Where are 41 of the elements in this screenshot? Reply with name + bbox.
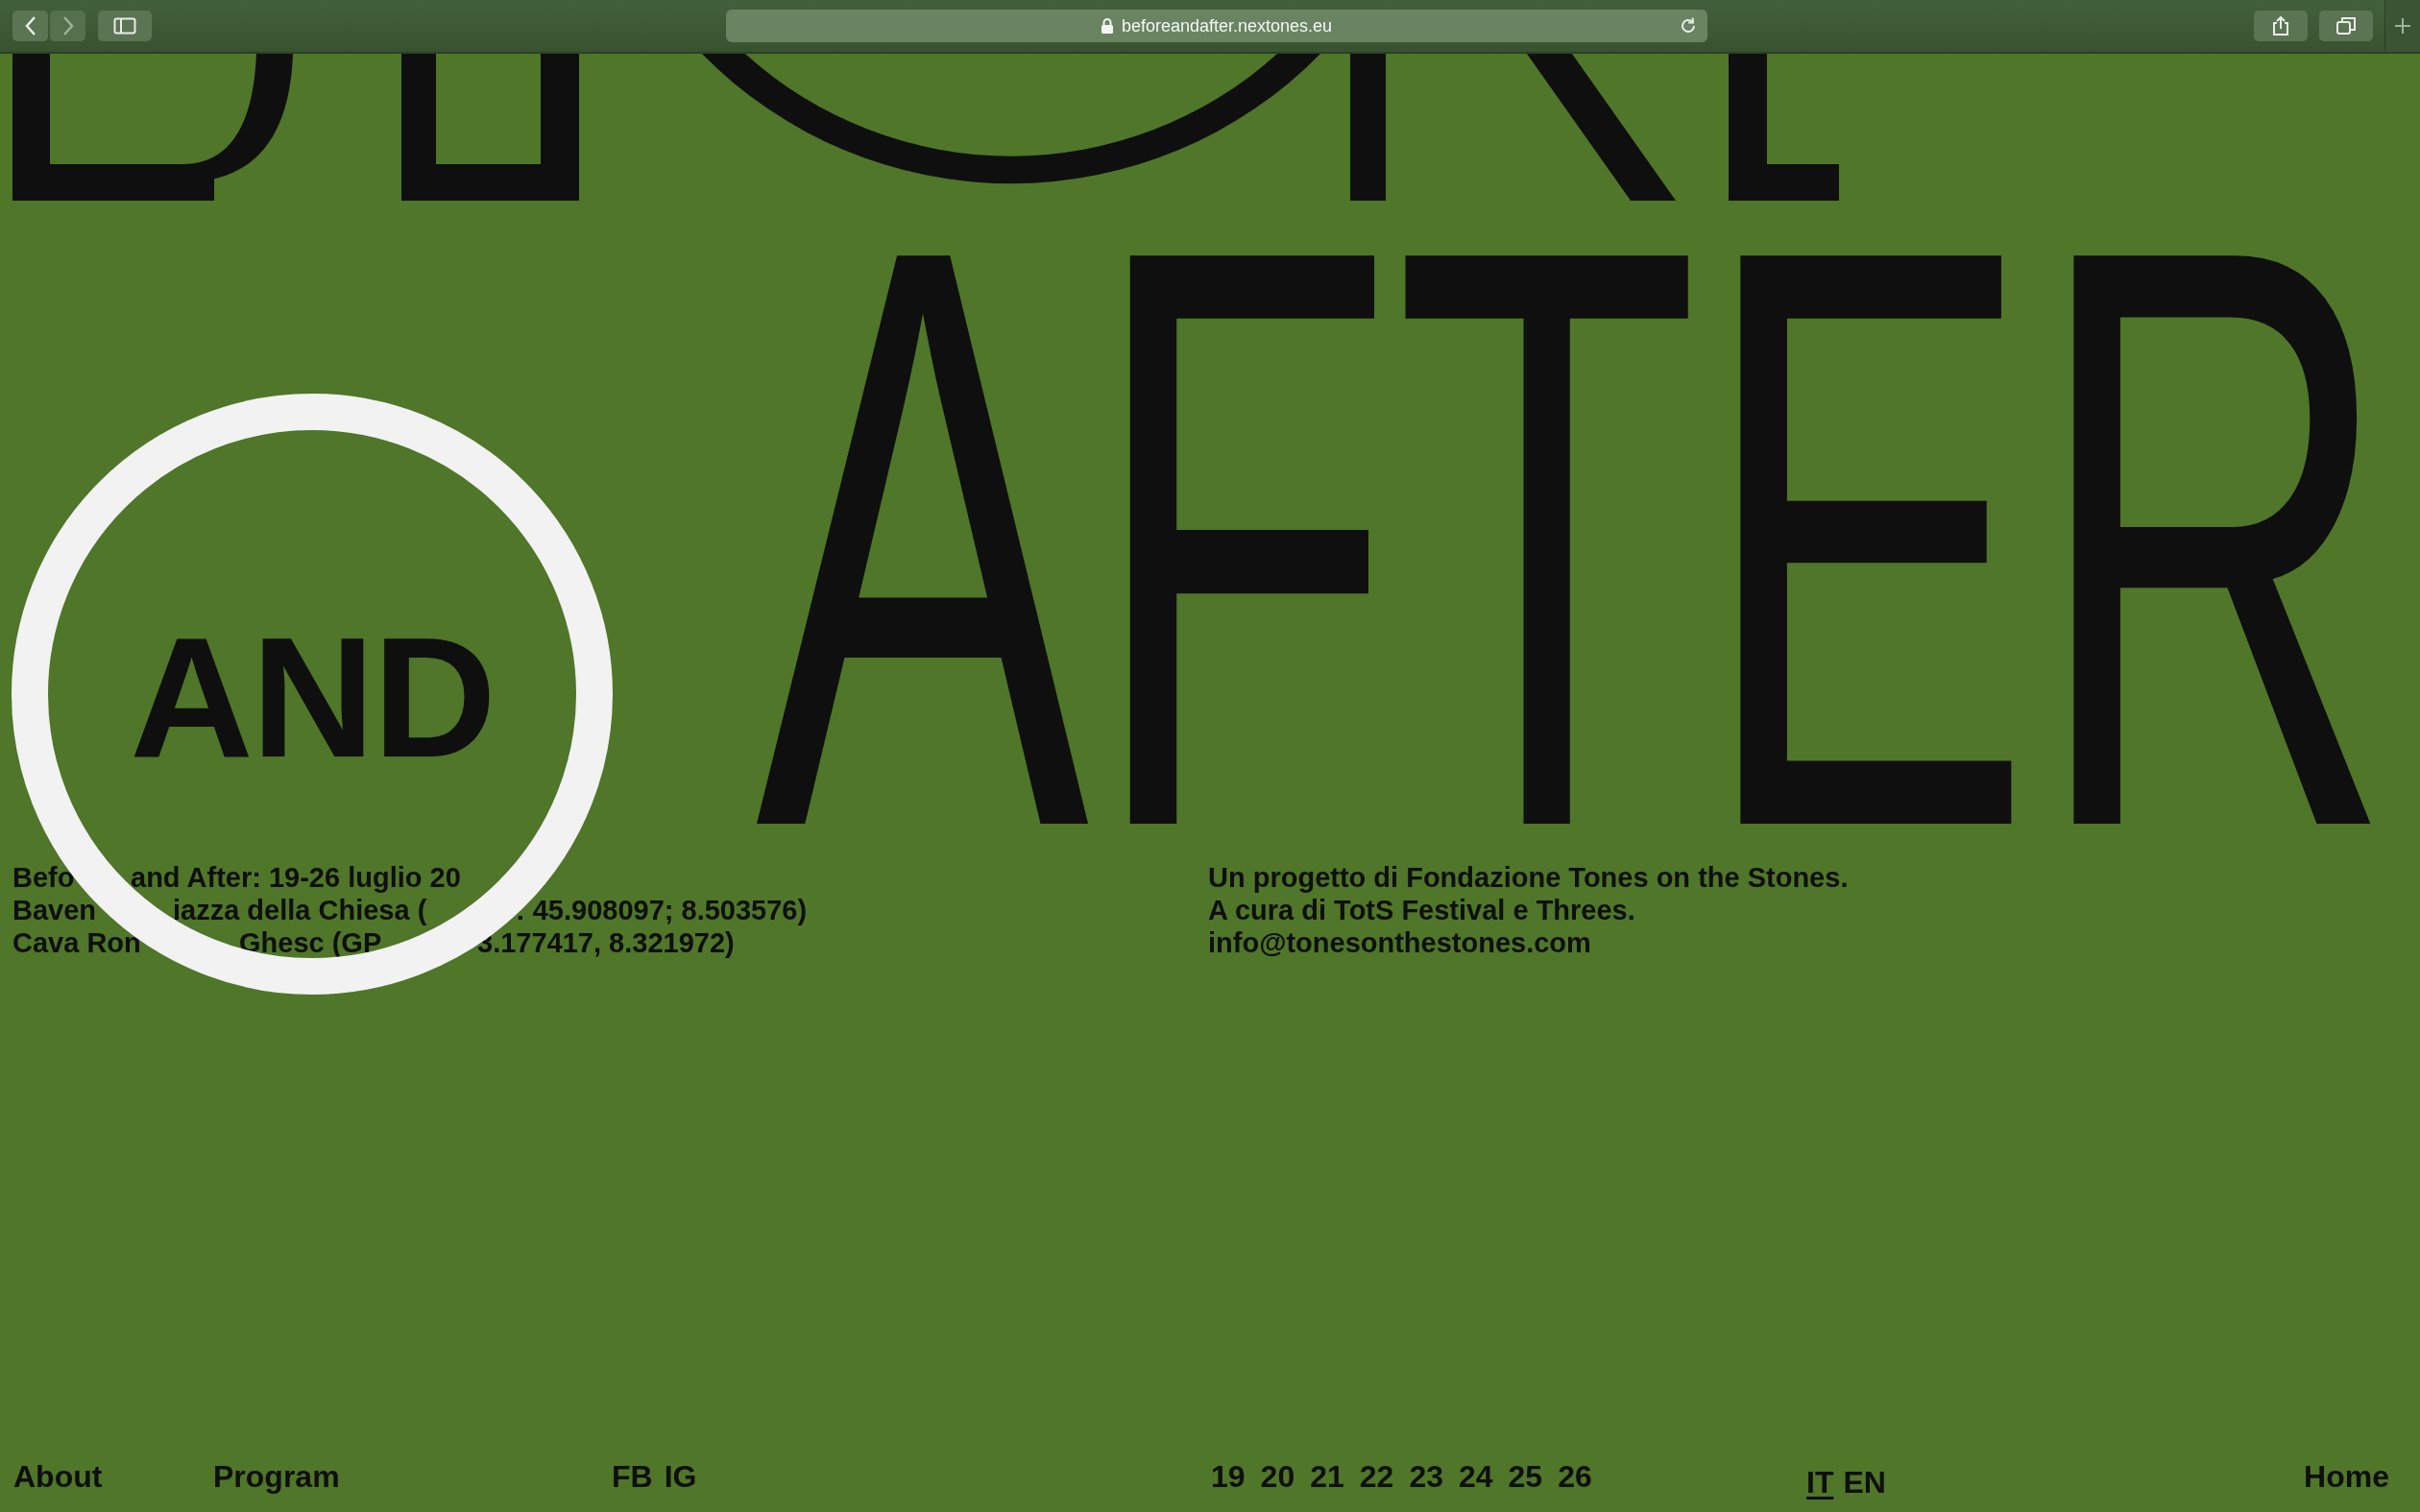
info-text: Cava Ron: [12, 926, 141, 959]
chevron-right-icon: [60, 15, 75, 36]
plus-icon: [2394, 17, 2411, 35]
info-text: Befo: [12, 861, 75, 894]
info-text: iazza della Chiesa (: [173, 894, 427, 926]
date-link[interactable]: 22: [1359, 1459, 1394, 1495]
info-text: Ghesc (GP: [239, 926, 382, 959]
info-text: and After: 19-26 luglio 20: [131, 861, 461, 894]
date-link[interactable]: 25: [1508, 1459, 1543, 1495]
after-wordmark: AFTER: [756, 221, 2394, 854]
share-icon: [2271, 15, 2290, 36]
badge-word: AND: [130, 612, 495, 783]
home-link[interactable]: Home: [2304, 1459, 2389, 1495]
nav-link[interactable]: Program: [213, 1459, 340, 1495]
social-link[interactable]: FB: [612, 1459, 653, 1495]
info-text: A cura di TotS Festival e Threes.: [1208, 894, 1635, 926]
date-link[interactable]: 26: [1558, 1459, 1592, 1495]
info-text: Un progetto di Fondazione Tones on the Stones.: [1208, 861, 1849, 894]
info-text: Baven: [12, 894, 97, 926]
info-text: 3.177417, 8.321972): [477, 926, 735, 959]
nav-link[interactable]: About: [13, 1459, 103, 1495]
sidebar-button[interactable]: [98, 11, 152, 41]
forward-button[interactable]: [50, 11, 85, 41]
date-link[interactable]: 19: [1211, 1459, 1246, 1495]
social-link[interactable]: IG: [664, 1459, 697, 1495]
tabs-icon: [2335, 16, 2357, 36]
date-link[interactable]: 23: [1409, 1459, 1443, 1495]
language-link[interactable]: EN: [1843, 1465, 1886, 1500]
back-button[interactable]: [12, 11, 48, 41]
date-link[interactable]: 21: [1310, 1459, 1344, 1495]
share-button[interactable]: [2254, 11, 2308, 41]
language-link[interactable]: IT: [1806, 1465, 1834, 1500]
sidebar-icon: [113, 17, 136, 35]
date-link[interactable]: 20: [1260, 1459, 1295, 1495]
address-field[interactable]: beforeandafter.nextones.eu: [725, 10, 1707, 42]
lock-icon: [1100, 17, 1114, 35]
new-tab-button[interactable]: [2384, 0, 2420, 52]
date-link[interactable]: 24: [1458, 1459, 1493, 1495]
chevron-left-icon: [23, 15, 37, 36]
info-text: info@tonesonthestones.com: [1208, 926, 1591, 959]
tabs-button[interactable]: [2319, 11, 2373, 41]
